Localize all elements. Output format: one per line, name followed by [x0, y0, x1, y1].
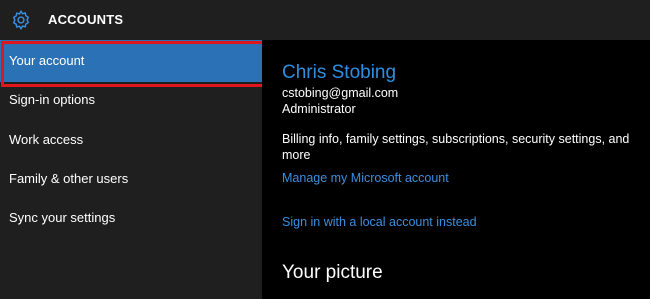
gear-icon — [12, 9, 30, 31]
sidebar-item-label: Family & other users — [9, 171, 129, 186]
sign-in-local-account-link[interactable]: Sign in with a local account instead — [282, 215, 477, 229]
sidebar-item-your-account[interactable]: Your account — [0, 40, 263, 82]
page-title: ACCOUNTS — [48, 12, 124, 27]
sidebar-item-sync-settings[interactable]: Sync your settings — [0, 198, 262, 238]
sidebar-item-label: Sign-in options — [9, 92, 95, 107]
sidebar-item-work-access[interactable]: Work access — [0, 120, 262, 160]
user-name: Chris Stobing — [282, 62, 397, 83]
sidebar-item-label: Your account — [9, 53, 85, 68]
sidebar-item-label: Sync your settings — [9, 210, 116, 225]
user-email: cstobing@gmail.com — [282, 86, 399, 100]
sidebar-item-family-other-users[interactable]: Family & other users — [0, 159, 262, 199]
manage-microsoft-account-link[interactable]: Manage my Microsoft account — [282, 171, 449, 185]
title-bar: ACCOUNTS — [0, 0, 650, 40]
sidebar-item-sign-in-options[interactable]: Sign-in options — [0, 80, 262, 120]
your-picture-heading: Your picture — [282, 262, 383, 283]
sidebar-item-label: Work access — [9, 132, 84, 147]
user-role: Administrator — [282, 102, 356, 116]
billing-description: Billing info, family settings, subscript… — [282, 132, 630, 162]
